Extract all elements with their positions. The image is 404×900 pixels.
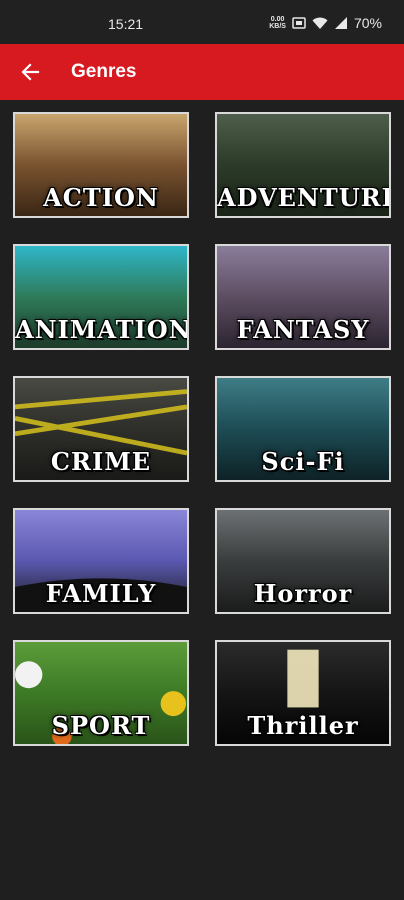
genre-label: ACTION: [43, 183, 159, 212]
genre-card-animation[interactable]: ANIMATION: [13, 244, 189, 350]
genre-label: Horror: [253, 579, 353, 608]
genre-card-crime[interactable]: CRIME: [13, 376, 189, 482]
genre-label: ADVENTURE: [217, 183, 391, 212]
signal-icon: [334, 17, 347, 29]
genre-card-scifi[interactable]: Sci-Fi: [215, 376, 391, 482]
app-bar: Genres: [0, 44, 404, 100]
genre-label: SPORT: [51, 711, 151, 740]
genre-label: FANTASY: [236, 315, 370, 344]
genre-label: Thriller: [247, 711, 359, 740]
genre-label: FAMILY: [45, 579, 157, 608]
network-speed-unit: KB/S: [269, 23, 286, 30]
genre-card-action[interactable]: ACTION: [13, 112, 189, 218]
network-speed-value: 0.00: [270, 16, 285, 23]
genre-label: ANIMATION: [15, 315, 189, 344]
network-speed: 0.00 KB/S: [269, 16, 286, 30]
genre-card-horror[interactable]: Horror: [215, 508, 391, 614]
status-bar: 15:21 0.00 KB/S 70%: [0, 0, 404, 44]
genre-card-family[interactable]: FAMILY: [13, 508, 189, 614]
page-title: Genres: [71, 61, 137, 82]
arrow-left-icon: [21, 63, 40, 81]
genre-card-adventure[interactable]: ADVENTURE: [215, 112, 391, 218]
genre-card-sport[interactable]: SPORT: [13, 640, 189, 746]
genre-card-fantasy[interactable]: FANTASY: [215, 244, 391, 350]
vpn-icon: [292, 17, 306, 29]
genre-label: CRIME: [50, 447, 152, 476]
back-button[interactable]: [10, 52, 50, 92]
genre-card-thriller[interactable]: Thriller: [215, 640, 391, 746]
status-icons: 0.00 KB/S 70%: [269, 14, 382, 32]
genre-label: Sci-Fi: [261, 447, 345, 476]
battery-percent: 70%: [353, 15, 382, 31]
wifi-icon: [312, 17, 328, 29]
status-time: 15:21: [108, 16, 144, 32]
